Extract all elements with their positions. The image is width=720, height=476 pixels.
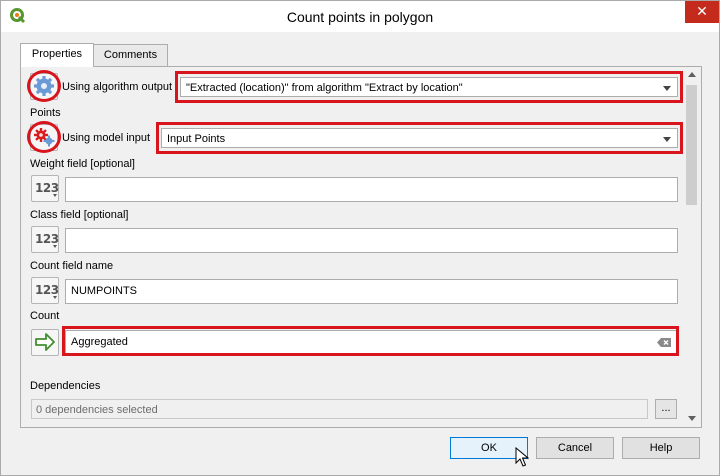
properties-panel: Using algorithm output "Extracted (locat… xyxy=(20,66,702,428)
class-field-label: Class field [optional] xyxy=(30,209,129,221)
title-bar: Count points in polygon ✕ xyxy=(1,1,719,32)
dependencies-browse-button[interactable]: ... xyxy=(655,399,677,419)
numeric-field-icon: 123 xyxy=(35,232,59,246)
window-title: Count points in polygon xyxy=(286,9,434,25)
highlight-circle-polygons xyxy=(27,70,61,102)
output-arrow-icon xyxy=(35,333,55,351)
numeric-field-icon: 123 xyxy=(35,283,59,297)
highlight-box-points xyxy=(156,122,683,154)
count-field-name-expression-button[interactable]: 123 xyxy=(31,277,59,304)
highlight-box-polygons xyxy=(175,71,683,103)
points-label: Points xyxy=(30,107,61,119)
class-field-expression-button[interactable]: 123 xyxy=(31,226,59,253)
chevron-down-icon xyxy=(53,296,57,299)
chevron-down-icon xyxy=(53,245,57,248)
tab-comments[interactable]: Comments xyxy=(93,44,168,66)
help-button[interactable]: Help xyxy=(622,437,700,459)
chevron-down-icon xyxy=(688,416,696,421)
weight-field-input[interactable] xyxy=(65,177,678,202)
count-field-name-label: Count field name xyxy=(30,260,114,272)
count-field-name-input[interactable]: NUMPOINTS xyxy=(65,279,678,304)
dependencies-label: Dependencies xyxy=(30,380,101,392)
scroll-down-button[interactable] xyxy=(684,411,699,426)
mouse-cursor-icon xyxy=(515,447,529,467)
tab-properties[interactable]: Properties xyxy=(20,43,94,67)
chevron-down-icon xyxy=(53,194,57,197)
scrollbar-thumb[interactable] xyxy=(686,85,697,205)
vertical-scrollbar[interactable] xyxy=(684,67,699,426)
chevron-up-icon xyxy=(688,72,696,77)
highlight-box-count xyxy=(62,326,679,356)
close-icon: ✕ xyxy=(696,3,708,19)
class-field-input[interactable] xyxy=(65,228,678,253)
weight-field-expression-button[interactable]: 123 xyxy=(31,175,59,202)
count-label: Count xyxy=(30,310,60,322)
close-button[interactable]: ✕ xyxy=(685,1,719,23)
highlight-circle-points xyxy=(27,121,61,153)
points-source-label: Using model input xyxy=(62,132,151,144)
numeric-field-icon: 123 xyxy=(35,181,59,195)
scroll-up-button[interactable] xyxy=(684,67,699,82)
count-output-button[interactable] xyxy=(31,329,59,356)
polygons-source-label: Using algorithm output xyxy=(62,81,173,93)
weight-field-label: Weight field [optional] xyxy=(30,158,135,170)
cancel-button[interactable]: Cancel xyxy=(536,437,614,459)
dependencies-field: 0 dependencies selected xyxy=(31,399,648,419)
dialog-window: Count points in polygon ✕ Properties Com… xyxy=(0,0,720,476)
